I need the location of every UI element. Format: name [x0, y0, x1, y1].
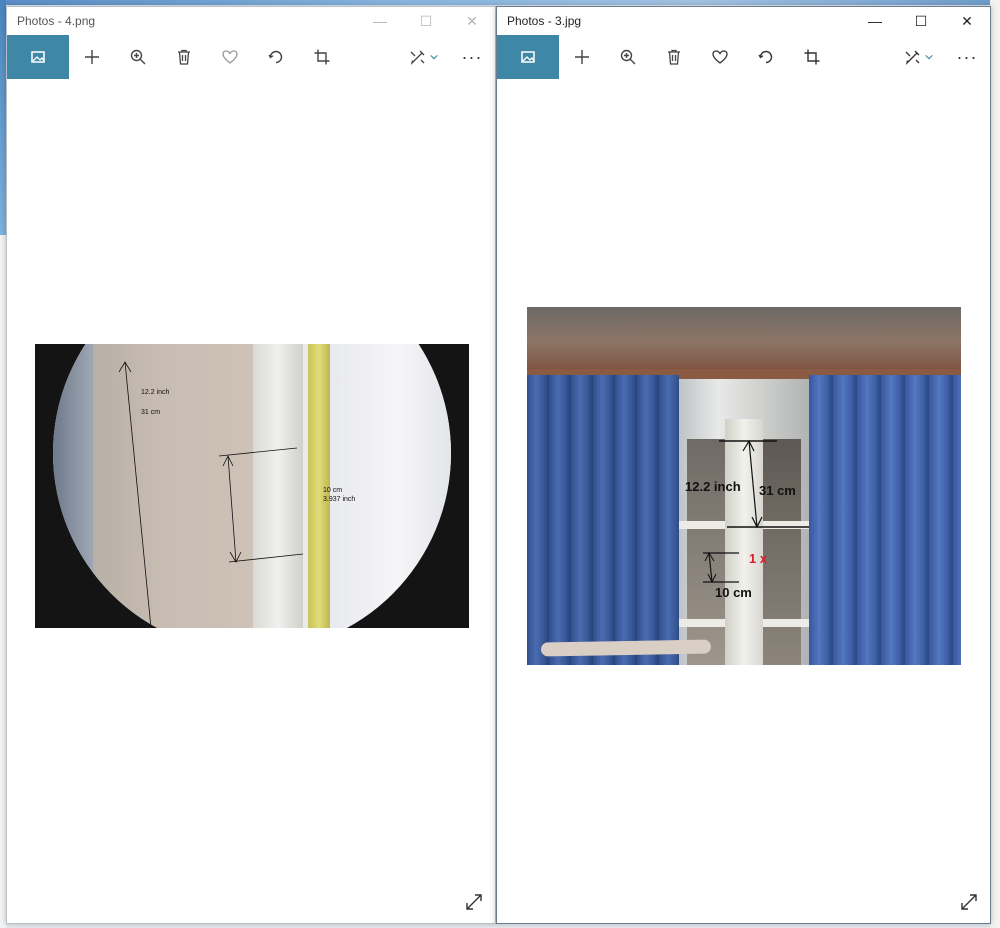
reference-cm-label: 10 cm: [323, 487, 343, 494]
height-cm-label: 31 cm: [759, 483, 796, 498]
image-icon: [521, 51, 535, 63]
reference-cm-label: 10 cm: [715, 585, 752, 600]
close-button[interactable]: ✕: [944, 7, 990, 35]
minimize-button[interactable]: —: [357, 7, 403, 35]
add-button[interactable]: [69, 35, 115, 79]
zoom-button[interactable]: [605, 35, 651, 79]
minimize-button[interactable]: —: [852, 7, 898, 35]
view-image-button[interactable]: [497, 35, 559, 79]
rotate-icon: [758, 50, 773, 64]
expand-icon: [466, 894, 482, 910]
crop-button[interactable]: [789, 35, 835, 79]
delete-button[interactable]: [651, 35, 697, 79]
height-cm-label: 31 cm: [141, 409, 161, 416]
toolbar: ···: [497, 35, 990, 79]
reference-inch-label: 3.937 inch: [323, 496, 356, 503]
plus-icon: [575, 50, 589, 64]
plus-icon: [85, 50, 99, 64]
rotate-icon: [268, 50, 283, 64]
trash-icon: [178, 49, 190, 65]
desktop-background-top: [0, 0, 1000, 5]
image-canvas[interactable]: 12.2 inch 31 cm 1 x 10 cm: [497, 79, 990, 923]
background-window-right: [990, 0, 1000, 928]
window-title: Photos - 4.png: [17, 14, 96, 28]
expand-button[interactable]: [958, 891, 980, 913]
edit-create-button[interactable]: [894, 35, 944, 79]
expand-icon: [961, 894, 977, 910]
measurement-lines: [703, 439, 809, 584]
add-button[interactable]: [559, 35, 605, 79]
crop-icon: [314, 49, 330, 65]
maximize-button[interactable]: ☐: [898, 7, 944, 35]
photo-image: 12.2 inch 31 cm 10 cm 3.937 inch: [35, 344, 469, 628]
rotate-button[interactable]: [743, 35, 789, 79]
expand-button[interactable]: [463, 891, 485, 913]
zoom-in-icon: [620, 49, 636, 65]
chevron-down-icon: [430, 54, 438, 60]
scale-factor-label: 1 x: [749, 551, 768, 566]
heart-icon: [222, 50, 238, 64]
title-bar[interactable]: Photos - 3.jpg — ☐ ✕: [497, 7, 990, 35]
window-title: Photos - 3.jpg: [507, 14, 582, 28]
view-image-button[interactable]: [7, 35, 69, 79]
more-button[interactable]: ···: [944, 35, 990, 79]
crop-icon: [804, 49, 820, 65]
photo-image: 12.2 inch 31 cm 1 x 10 cm: [527, 307, 961, 665]
height-inch-label: 12.2 inch: [685, 479, 741, 494]
image-canvas[interactable]: 12.2 inch 31 cm 10 cm 3.937 inch: [7, 79, 495, 923]
heart-icon: [712, 50, 728, 64]
favorite-button[interactable]: [207, 35, 253, 79]
maximize-button[interactable]: ☐: [403, 7, 449, 35]
edit-icon: [410, 50, 425, 65]
close-button[interactable]: ✕: [449, 7, 495, 35]
image-icon: [31, 51, 45, 63]
crop-button[interactable]: [299, 35, 345, 79]
photos-window-left: Photos - 4.png — ☐ ✕ ··· 12.2 inch 31 cm…: [6, 6, 496, 924]
favorite-button[interactable]: [697, 35, 743, 79]
photos-window-right: Photos - 3.jpg — ☐ ✕ ··· 12.2 inch 31 cm…: [496, 6, 991, 924]
more-button[interactable]: ···: [449, 35, 495, 79]
delete-button[interactable]: [161, 35, 207, 79]
toolbar: ···: [7, 35, 495, 79]
trash-icon: [668, 49, 680, 65]
chevron-down-icon: [925, 54, 933, 60]
rotate-button[interactable]: [253, 35, 299, 79]
zoom-in-icon: [130, 49, 146, 65]
edit-create-button[interactable]: [399, 35, 449, 79]
title-bar[interactable]: Photos - 4.png — ☐ ✕: [7, 7, 495, 35]
edit-icon: [905, 50, 920, 65]
measurement-lines: [118, 361, 304, 628]
height-inch-label: 12.2 inch: [141, 389, 170, 396]
zoom-button[interactable]: [115, 35, 161, 79]
